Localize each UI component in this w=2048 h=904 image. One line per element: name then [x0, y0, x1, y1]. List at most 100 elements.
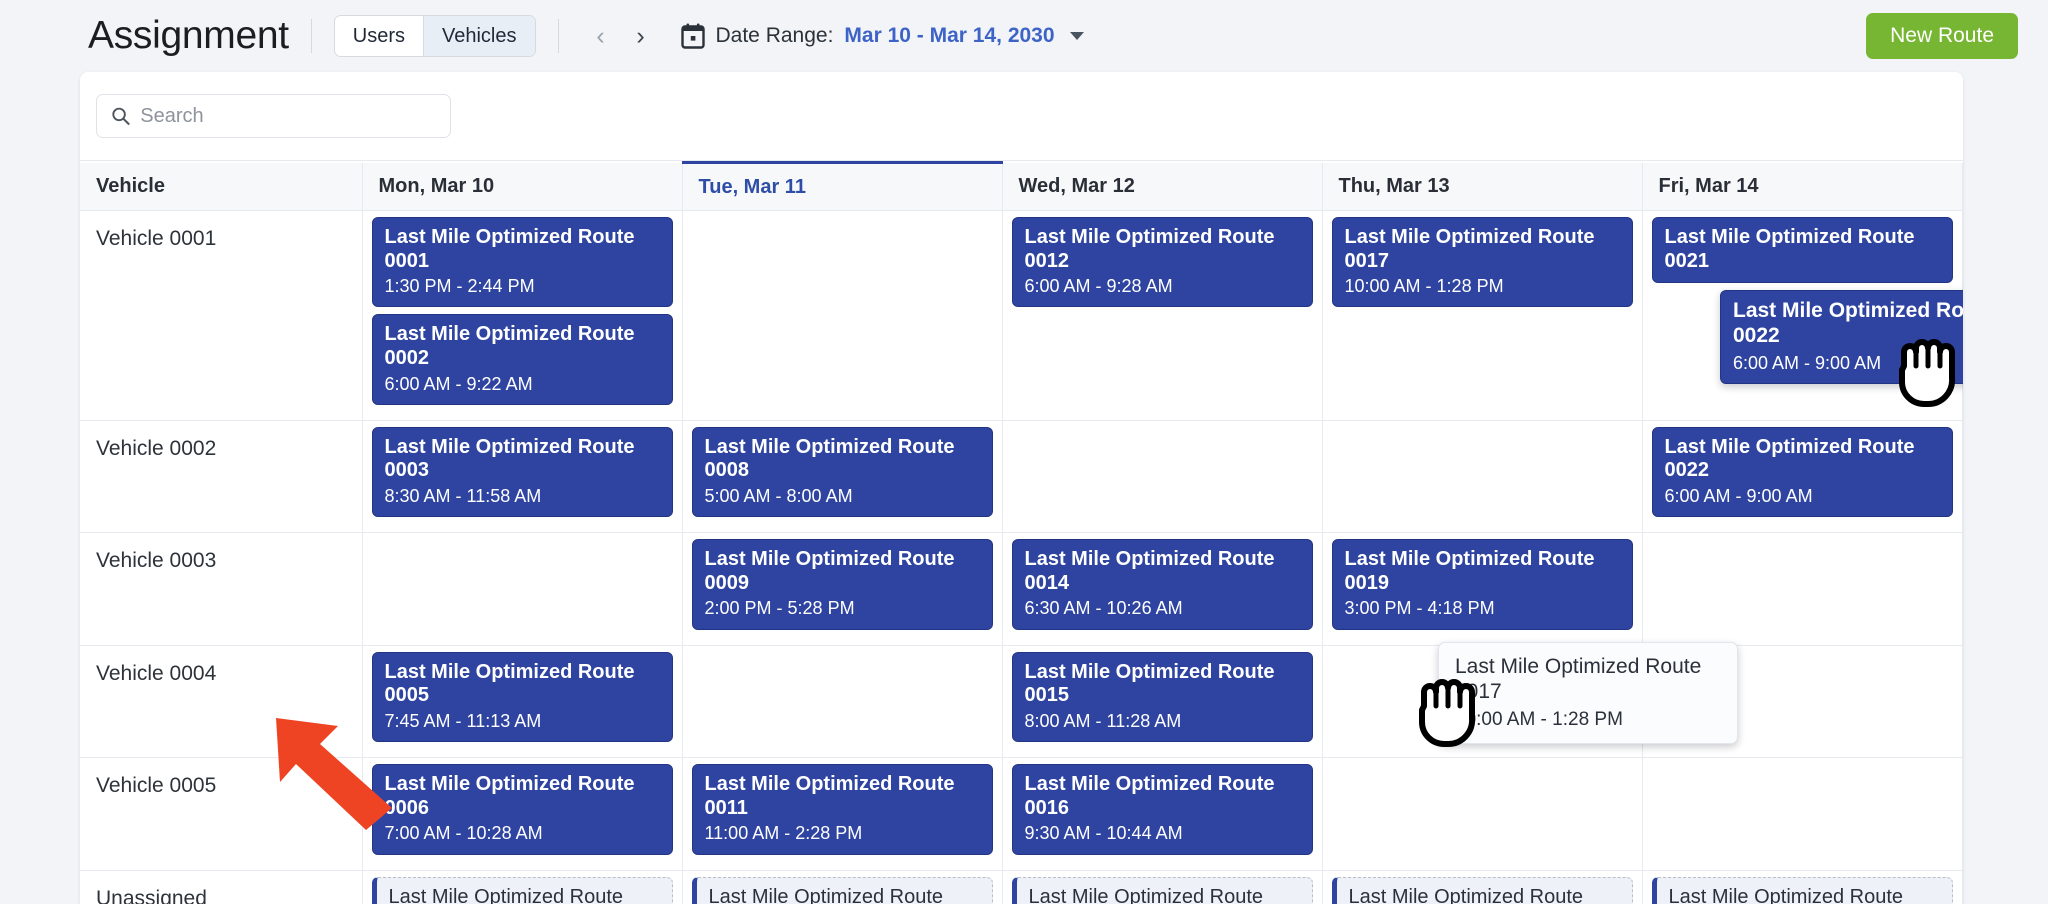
route-time: 8:00 AM - 11:28 AM [1024, 710, 1182, 731]
route-block[interactable]: Last Mile Optimized Route 0016 9:30 AM - … [1011, 764, 1313, 855]
day-cell[interactable]: Last Mile Optimized Route 00137:00 AM - … [1002, 870, 1323, 904]
route-block[interactable]: Last Mile Optimized Route 0012 6:00 AM - … [1011, 217, 1313, 308]
assignment-grid: Vehicle Mon, Mar 10 Tue, Mar 11 Wed, Mar… [80, 160, 1963, 904]
column-header-tue[interactable]: Tue, Mar 11 [682, 161, 1003, 211]
date-range-selector[interactable]: Date Range: Mar 10 - Mar 14, 2030 [680, 23, 1084, 49]
route-block[interactable]: Last Mile Optimized Route 0008 5:00 AM - … [691, 426, 993, 518]
view-mode-segmented-control[interactable]: Users Vehicles [333, 15, 536, 57]
next-period-button[interactable]: › [621, 16, 661, 56]
column-header-thu[interactable]: Thu, Mar 13 [1322, 162, 1643, 211]
route-block[interactable]: Last Mile Optimized Route 00137:00 AM - … [1011, 876, 1313, 904]
day-cell[interactable]: Last Mile Optimized Route 00237:45 AM - … [1642, 870, 1963, 904]
day-cell[interactable]: Last Mile Optimized Route 00185:00 AM - … [1322, 870, 1643, 904]
route-title: Last Mile Optimized Route 0013 [1028, 885, 1264, 904]
search-row [80, 72, 1963, 158]
route-block[interactable]: Last Mile Optimized Route 00185:00 AM - … [1331, 876, 1633, 904]
day-cell[interactable]: Last Mile Optimized Route 0021 [1642, 210, 1963, 421]
search-box[interactable] [96, 94, 451, 138]
column-header-fri[interactable]: Fri, Mar 14 [1642, 162, 1963, 211]
day-cell[interactable]: Last Mile Optimized Route 0022 6:00 AM - … [1642, 420, 1963, 534]
route-block[interactable]: Last Mile Optimized Route 0005 7:45 AM - … [371, 651, 673, 743]
day-cell-content [1003, 421, 1322, 435]
vehicle-label: Vehicle 0002 [96, 436, 217, 460]
header-row: Vehicle Mon, Mar 10 Tue, Mar 11 Wed, Mar… [80, 161, 1963, 211]
vehicle-cell: Vehicle 0003 [80, 532, 363, 646]
route-block[interactable]: Last Mile Optimized Route 00077:00 AM - … [691, 876, 993, 904]
day-cell[interactable]: Last Mile Optimized Route 0019 3:00 PM - … [1322, 532, 1643, 646]
day-cell[interactable]: Last Mile Optimized Route 0016 9:30 AM - … [1002, 757, 1323, 871]
route-title: Last Mile Optimized Route 0001 [384, 226, 635, 272]
page-title: Assignment [88, 14, 289, 57]
day-cell[interactable]: Last Mile Optimized Route 00041:00 PM - … [362, 870, 683, 904]
day-cell[interactable]: Last Mile Optimized Route 0003 8:30 AM - … [362, 420, 683, 534]
route-block[interactable]: Last Mile Optimized Route 0017 10:00 AM -… [1331, 217, 1633, 308]
column-header-wed[interactable]: Wed, Mar 12 [1002, 162, 1323, 211]
day-cell[interactable]: Last Mile Optimized Route 0006 7:00 AM - … [362, 757, 683, 871]
day-cell[interactable]: Last Mile Optimized Route 0001 1:30 PM - … [362, 210, 683, 421]
tab-vehicles[interactable]: Vehicles [423, 16, 535, 56]
route-block[interactable]: Last Mile Optimized Route 0009 2:00 PM - … [691, 539, 993, 630]
day-cell[interactable]: Last Mile Optimized Route 0009 2:00 PM - … [682, 532, 1003, 646]
day-cell[interactable]: Last Mile Optimized Route 0015 8:00 AM - … [1002, 645, 1323, 759]
vehicle-label: Vehicle 0001 [96, 227, 217, 250]
prev-period-button[interactable]: ‹ [581, 16, 621, 56]
day-cell-content: Last Mile Optimized Route 00137:00 AM - … [1003, 871, 1322, 904]
row-spacer-cell [1962, 757, 1963, 871]
day-cell[interactable] [1002, 420, 1323, 534]
route-block[interactable]: Last Mile Optimized Route 0014 6:30 AM - … [1011, 539, 1313, 630]
route-block[interactable]: Last Mile Optimized Route 0011 11:00 AM -… [691, 764, 993, 855]
route-title: Last Mile Optimized Route 0014 [1024, 548, 1275, 594]
day-cell[interactable]: Last Mile Optimized Route 0011 11:00 AM -… [682, 757, 1003, 871]
day-cell[interactable]: Last Mile Optimized Route 0008 5:00 AM - … [682, 420, 1003, 534]
day-cell[interactable] [362, 532, 683, 646]
day-cell[interactable] [682, 210, 1003, 421]
route-block[interactable]: Last Mile Optimized Route 0003 8:30 AM - … [371, 426, 673, 518]
day-cell[interactable] [1642, 645, 1963, 759]
search-input[interactable] [140, 104, 450, 128]
day-cell[interactable] [1642, 532, 1963, 646]
route-title: Last Mile Optimized Route 0015 [1024, 660, 1275, 707]
day-cell[interactable] [1322, 757, 1643, 871]
tab-users[interactable]: Users [334, 16, 423, 56]
new-route-button[interactable]: New Route [1866, 13, 2018, 59]
route-time: 5:00 AM - 8:00 AM [704, 486, 853, 507]
route-block[interactable]: Last Mile Optimized Route 0019 3:00 PM - … [1331, 539, 1633, 630]
day-cell[interactable] [1322, 645, 1643, 759]
route-title: Last Mile Optimized Route 0002 [384, 323, 635, 370]
day-cell-content: Last Mile Optimized Route 0014 6:30 AM - … [1003, 533, 1322, 644]
route-block[interactable]: Last Mile Optimized Route 00041:00 PM - … [371, 876, 673, 904]
vehicle-label: Unassigned [96, 886, 207, 904]
route-title: Last Mile Optimized Route 0009 [704, 548, 955, 594]
route-title: Last Mile Optimized Route 0003 [384, 435, 635, 482]
column-header-mon[interactable]: Mon, Mar 10 [362, 162, 683, 211]
route-block[interactable]: Last Mile Optimized Route 00237:45 AM - … [1651, 876, 1953, 904]
day-cell-content: Last Mile Optimized Route 0003 8:30 AM - … [363, 421, 682, 532]
day-cell[interactable] [1322, 420, 1643, 534]
day-cell[interactable]: Last Mile Optimized Route 0017 10:00 AM -… [1322, 210, 1643, 421]
chevron-down-icon[interactable] [1069, 32, 1084, 40]
day-cell-content [1323, 758, 1642, 772]
route-block[interactable]: Last Mile Optimized Route 0002 6:00 AM - … [371, 314, 673, 405]
day-cell[interactable]: Last Mile Optimized Route 0005 7:45 AM - … [362, 645, 683, 759]
day-cell[interactable]: Last Mile Optimized Route 00077:00 AM - … [682, 870, 1003, 904]
route-block[interactable]: Last Mile Optimized Route 0015 8:00 AM - … [1011, 651, 1313, 743]
route-block[interactable]: Last Mile Optimized Route 0006 7:00 AM - … [371, 764, 673, 855]
day-cell[interactable] [682, 645, 1003, 759]
row-spacer-cell [1962, 210, 1963, 421]
route-title: Last Mile Optimized Route 0005 [384, 660, 635, 707]
vehicle-label: Vehicle 0003 [96, 549, 217, 573]
route-time: 7:00 AM - 10:28 AM [384, 823, 543, 844]
route-block[interactable]: Last Mile Optimized Route 0022 6:00 AM - … [1651, 426, 1953, 518]
table-row: Vehicle 0005 Last Mile Optimized Route 00… [80, 757, 1963, 871]
route-block[interactable]: Last Mile Optimized Route 0021 [1651, 217, 1953, 284]
day-cell-content: Last Mile Optimized Route 0005 7:45 AM - … [363, 646, 682, 757]
day-cell[interactable]: Last Mile Optimized Route 0014 6:30 AM - … [1002, 532, 1323, 646]
day-cell[interactable]: Last Mile Optimized Route 0012 6:00 AM - … [1002, 210, 1323, 421]
day-cell[interactable] [1642, 757, 1963, 871]
date-range-value[interactable]: Mar 10 - Mar 14, 2030 [844, 24, 1054, 48]
route-block[interactable]: Last Mile Optimized Route 0001 1:30 PM - … [371, 217, 673, 308]
column-header-spacer [1962, 162, 1963, 211]
day-cell-content: Last Mile Optimized Route 0011 11:00 AM -… [683, 758, 1002, 869]
day-cell-content [1643, 533, 1962, 547]
row-spacer-cell [1962, 870, 1963, 904]
